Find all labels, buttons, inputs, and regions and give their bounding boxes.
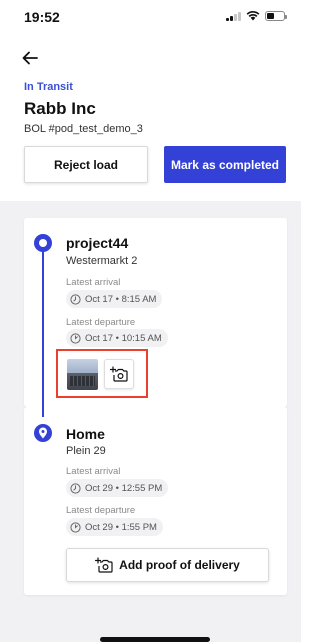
wifi-icon bbox=[246, 11, 260, 21]
stop-address: Plein 29 bbox=[66, 445, 106, 457]
arrival-chip: Oct 17 • 8:15 AM bbox=[66, 290, 163, 308]
stop-name: project44 bbox=[66, 235, 129, 251]
stop-address: Westermarkt 2 bbox=[66, 255, 138, 267]
battery-icon bbox=[265, 10, 287, 21]
departure-chip: Oct 29 • 1:55 PM bbox=[66, 518, 163, 536]
signal-icon bbox=[226, 11, 241, 21]
add-photo-button[interactable] bbox=[104, 359, 134, 389]
departure-label: Latest departure bbox=[66, 317, 136, 328]
clock-icon bbox=[70, 482, 81, 494]
status-bar: 19:52 bbox=[0, 0, 301, 36]
clock-icon bbox=[70, 293, 81, 305]
bol-number: BOL #pod_test_demo_3 bbox=[24, 123, 143, 135]
status-time: 19:52 bbox=[24, 9, 60, 25]
departure-value: Oct 17 • 10:15 AM bbox=[85, 332, 162, 344]
arrival-chip: Oct 29 • 12:55 PM bbox=[66, 479, 169, 497]
stop-name: Home bbox=[66, 426, 105, 442]
arrow-left-icon bbox=[22, 51, 38, 65]
arrival-label: Latest arrival bbox=[66, 466, 121, 477]
location-pin-icon bbox=[34, 424, 52, 442]
clock-icon bbox=[70, 521, 81, 533]
departure-value: Oct 29 • 1:55 PM bbox=[85, 521, 157, 533]
home-indicator[interactable] bbox=[100, 637, 210, 642]
add-photo-icon bbox=[95, 557, 113, 573]
company-name: Rabb Inc bbox=[24, 99, 96, 118]
departure-chip: Oct 17 • 10:15 AM bbox=[66, 329, 168, 347]
add-photo-icon bbox=[110, 366, 128, 382]
circle-dot-icon bbox=[34, 234, 52, 252]
reject-load-button[interactable]: Reject load bbox=[24, 146, 148, 183]
add-proof-of-delivery-button[interactable]: Add proof of delivery bbox=[66, 548, 269, 582]
proof-photos-group bbox=[56, 349, 148, 398]
mark-completed-button[interactable]: Mark as completed bbox=[164, 146, 286, 183]
arrival-value: Oct 29 • 12:55 PM bbox=[85, 482, 163, 494]
clock-icon bbox=[70, 332, 81, 344]
back-button[interactable] bbox=[18, 46, 42, 70]
keyboard-photo[interactable] bbox=[67, 359, 98, 390]
status-icons bbox=[226, 10, 287, 21]
arrival-label: Latest arrival bbox=[66, 277, 121, 288]
departure-label: Latest departure bbox=[66, 505, 136, 516]
timeline-line bbox=[42, 245, 44, 417]
shipment-status: In Transit bbox=[24, 81, 73, 93]
arrival-value: Oct 17 • 8:15 AM bbox=[85, 293, 157, 305]
pod-button-label: Add proof of delivery bbox=[119, 558, 240, 572]
